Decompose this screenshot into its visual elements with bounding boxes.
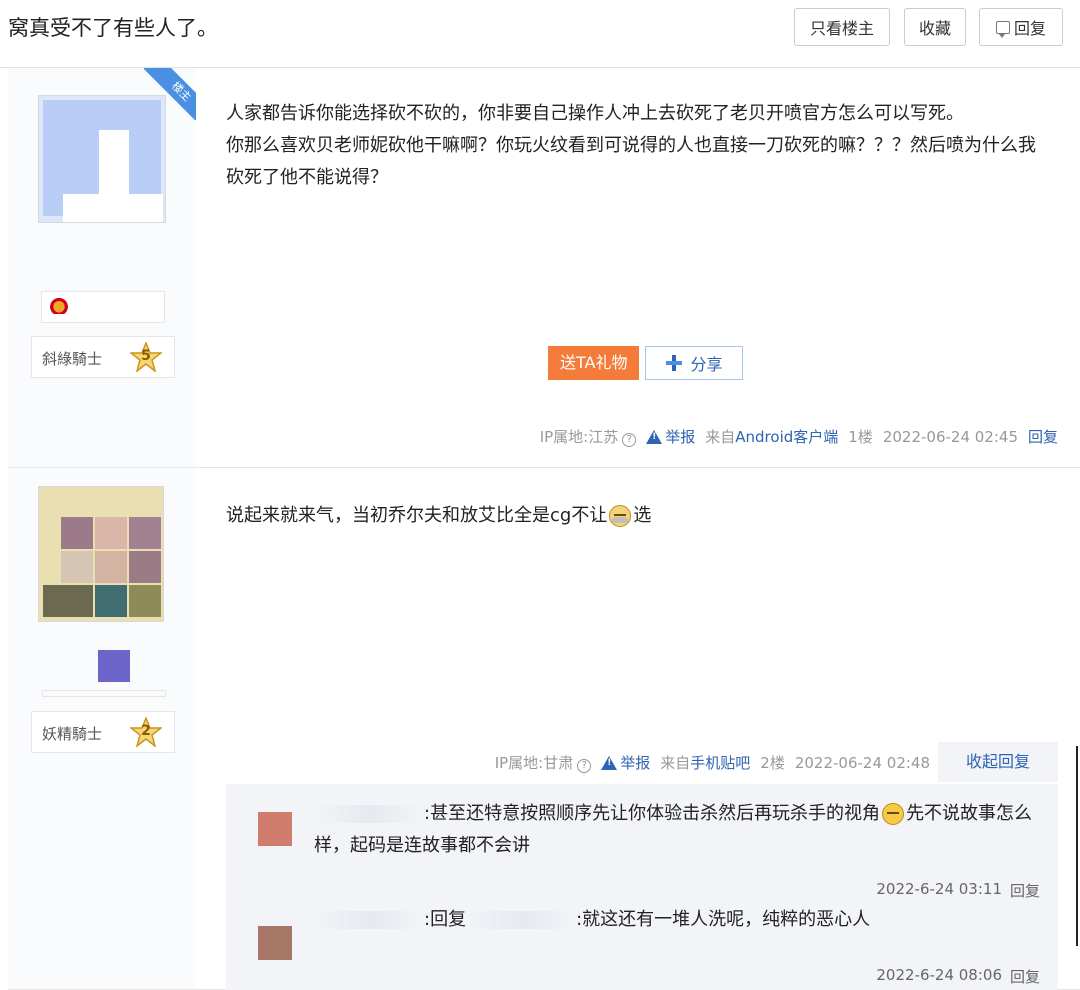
comment-meta: 2022-6-24 03:11 回复 xyxy=(876,880,1040,901)
level-number: 5 xyxy=(141,348,151,364)
comment-reply-link[interactable]: 回复 xyxy=(1010,966,1040,987)
comment-time: 2022-6-24 03:11 xyxy=(876,880,1002,898)
comment-text: :甚至还特意按照顺序先让你体验击杀然后再玩杀手的视角 先不说故事怎么样，起码是连故… xyxy=(314,803,1033,856)
post-time: 2022-06-24 02:45 xyxy=(882,427,1018,446)
post-content-line: 人家都告诉你能选择砍不砍的，你非要自己操作人冲上去砍死了老贝开喷官方怎么可以写死… xyxy=(226,103,964,124)
post-source: 来自手机贴吧 xyxy=(660,754,751,772)
username-blurred[interactable] xyxy=(42,650,166,698)
only-op-button[interactable]: 只看楼主 xyxy=(794,8,890,46)
floor-number: 1楼 xyxy=(848,428,873,446)
star-icon: 5 xyxy=(128,340,164,373)
author-sidebar: 楼主 斜綠騎士 5 xyxy=(8,68,196,467)
avatar[interactable] xyxy=(38,486,164,622)
star-icon: 2 xyxy=(128,715,164,748)
share-button[interactable]: 分享 xyxy=(645,346,744,380)
warning-icon xyxy=(601,755,618,770)
reply-button-label: 回复 xyxy=(1013,19,1046,38)
level-number: 2 xyxy=(141,723,151,739)
post-source: 来自Android客户端 xyxy=(705,428,839,446)
post-time: 2022-06-24 02:48 xyxy=(794,753,930,772)
commenter-name-blurred[interactable] xyxy=(314,911,424,929)
post-meta: IP属地:江苏? 举报 来自Android客户端 1楼 2022-06-24 0… xyxy=(540,426,1058,447)
medal-box[interactable] xyxy=(41,291,165,323)
report-link[interactable]: 举报 xyxy=(646,426,695,447)
thread-header: 窝真受不了有些人了。 只看楼主 收藏 回复 xyxy=(0,0,1080,68)
report-link[interactable]: 举报 xyxy=(601,752,650,773)
comment-time: 2022-6-24 08:06 xyxy=(876,966,1002,984)
post-content-text: 选 xyxy=(633,505,652,526)
masked-smiley-icon xyxy=(609,505,632,527)
comment-reply-link[interactable]: 回复 xyxy=(1010,880,1040,901)
medal-icon xyxy=(50,298,68,314)
edge-divider xyxy=(1076,746,1078,946)
author-sidebar: 妖精騎士 2 xyxy=(8,468,196,989)
floor-number: 2楼 xyxy=(760,754,785,772)
thread-title: 窝真受不了有些人了。 xyxy=(8,16,218,40)
plus-icon xyxy=(666,355,683,371)
post-content-line: 你那么喜欢贝老师妮砍他干嘛啊？你玩火纹看到可说得的人也直接一刀砍死的嘛？？？然后… xyxy=(226,135,1036,188)
reply-target-name-blurred[interactable] xyxy=(466,911,577,929)
op-badge: 楼主 xyxy=(144,68,196,120)
warning-icon xyxy=(646,429,663,444)
level-name: 斜綠騎士 xyxy=(42,350,103,368)
collapse-replies-button[interactable]: 收起回复 xyxy=(938,742,1058,782)
comments-box: :甚至还特意按照顺序先让你体验击杀然后再玩杀手的视角 先不说故事怎么样，起码是连故… xyxy=(226,784,1058,990)
level-name: 妖精騎士 xyxy=(42,725,103,743)
ip-location: IP属地:江苏? xyxy=(540,426,637,447)
ip-location: IP属地:甘肃? xyxy=(495,752,592,773)
reply-button[interactable]: 回复 xyxy=(979,8,1063,46)
post-content: 人家都告诉你能选择砍不砍的，你非要自己操作人冲上去砍死了老贝开喷官方怎么可以写死… xyxy=(226,98,1046,194)
op-badge-label: 楼主 xyxy=(144,68,196,120)
action-row: 送TA礼物 分享 xyxy=(548,346,744,380)
comment-meta: 2022-6-24 08:06 回复 xyxy=(876,966,1040,987)
question-icon[interactable]: ? xyxy=(577,759,592,773)
smiley-icon xyxy=(882,803,905,825)
share-button-label: 分享 xyxy=(690,355,723,374)
comment-avatar[interactable] xyxy=(258,812,292,846)
comment-avatar[interactable] xyxy=(258,926,292,960)
source-link[interactable]: 手机贴吧 xyxy=(690,754,750,772)
post-content-text: 说起来就来气，当初乔尔夫和放艾比全是cg不让 xyxy=(226,505,608,526)
commenter-name-blurred[interactable] xyxy=(314,805,424,823)
source-link[interactable]: Android客户端 xyxy=(735,428,838,446)
post-floor-2: 妖精騎士 2 说起来就来气，当初乔尔夫和放艾比全是cg不让 选 IP属地:甘肃? … xyxy=(8,468,1080,990)
question-icon[interactable]: ? xyxy=(622,433,637,447)
post-reply-link[interactable]: 回复 xyxy=(1028,426,1058,447)
comment-icon xyxy=(995,20,1010,38)
send-gift-button[interactable]: 送TA礼物 xyxy=(548,346,640,380)
post-meta: IP属地:甘肃? 举报 来自手机贴吧 2楼 2022-06-24 02:48 xyxy=(495,752,930,773)
post-content: 说起来就来气，当初乔尔夫和放艾比全是cg不让 选 xyxy=(226,500,1046,532)
post-floor-1: 楼主 斜綠騎士 5 人家都告诉你能选择砍不砍的，你非要自己操作人冲上去砍死了老贝… xyxy=(8,68,1080,468)
favorite-button[interactable]: 收藏 xyxy=(904,8,966,46)
level-badge[interactable]: 妖精騎士 2 xyxy=(31,711,175,753)
comment-text: :回复:就这还有一堆人洗呢，纯粹的恶心人 xyxy=(314,904,1040,936)
level-badge[interactable]: 斜綠騎士 5 xyxy=(31,336,175,378)
